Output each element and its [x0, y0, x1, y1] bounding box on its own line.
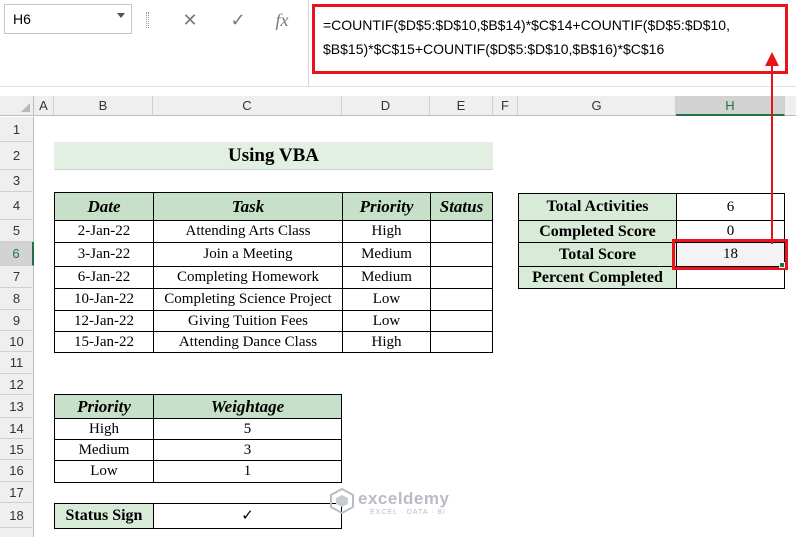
summary-label-cell[interactable]: Total Score [518, 242, 677, 267]
weight-value-cell[interactable]: 5 [153, 418, 342, 440]
column-header-a[interactable]: A [34, 96, 54, 116]
task-table-header-date[interactable]: Date [54, 192, 154, 221]
row-header-7[interactable]: 7 [0, 266, 34, 288]
task-table-header-task[interactable]: Task [153, 192, 343, 221]
row-header-8[interactable]: 8 [0, 288, 34, 310]
watermark-tagline: EXCEL · DATA · BI [370, 509, 446, 516]
cell-reference: H6 [13, 11, 31, 27]
row-header-12[interactable]: 12 [0, 374, 34, 395]
task-table-header-status[interactable]: Status [430, 192, 493, 221]
status-sign-value[interactable]: ✓ [153, 503, 342, 529]
task-status-cell[interactable] [430, 310, 493, 332]
row-header-6[interactable]: 6 [0, 242, 34, 266]
name-box[interactable]: H6 [4, 4, 132, 34]
task-priority-cell[interactable]: Low [342, 288, 431, 311]
task-status-cell[interactable] [430, 331, 493, 353]
formula-highlight-box[interactable]: =COUNTIF($D$5:$D$10,$B$14)*$C$14+COUNTIF… [312, 4, 788, 74]
row-header-10[interactable]: 10 [0, 331, 34, 352]
task-name-cell[interactable]: Completing Science Project [153, 288, 343, 311]
task-table-header-priority[interactable]: Priority [342, 192, 431, 221]
exceldemy-logo-icon [330, 488, 354, 514]
chevron-down-icon[interactable] [117, 13, 125, 18]
column-header-g[interactable]: G [518, 96, 676, 116]
drag-handle-icon[interactable] [146, 12, 149, 28]
task-name-cell[interactable]: Join a Meeting [153, 242, 343, 267]
watermark-name: exceldemy [358, 489, 450, 508]
insert-function-icon[interactable]: fx [268, 6, 296, 34]
task-name-cell[interactable]: Attending Arts Class [153, 220, 343, 243]
weight-value-cell[interactable]: 1 [153, 460, 342, 483]
weight-priority-cell[interactable]: Medium [54, 439, 154, 461]
row-header-15[interactable]: 15 [0, 439, 34, 460]
enter-icon[interactable]: ✓ [224, 6, 252, 34]
summary-label-cell[interactable]: Total Activities [518, 193, 677, 221]
row-header-17[interactable]: 17 [0, 482, 34, 503]
task-priority-cell[interactable]: Medium [342, 266, 431, 289]
weight-value-cell[interactable]: 3 [153, 439, 342, 461]
annotation-arrow [765, 52, 779, 244]
row-header-13[interactable]: 13 [0, 395, 34, 418]
column-header-b[interactable]: B [54, 96, 153, 116]
row-header-1[interactable]: 1 [0, 117, 34, 142]
row-header-19[interactable] [0, 528, 34, 537]
status-sign-label[interactable]: Status Sign [54, 503, 154, 529]
task-name-cell[interactable]: Completing Homework [153, 266, 343, 289]
task-date-cell[interactable]: 10-Jan-22 [54, 288, 154, 311]
row-header-5[interactable]: 5 [0, 220, 34, 242]
column-header-f[interactable]: F [493, 96, 518, 116]
row-header-18[interactable]: 18 [0, 503, 34, 528]
column-header-c[interactable]: C [153, 96, 342, 116]
row-header-9[interactable]: 9 [0, 310, 34, 331]
task-priority-cell[interactable]: High [342, 331, 431, 353]
summary-label-cell[interactable]: Completed Score [518, 220, 677, 243]
task-priority-cell[interactable]: Medium [342, 242, 431, 267]
row-header-3[interactable]: 3 [0, 170, 34, 192]
summary-label-cell[interactable]: Percent Completed [518, 266, 677, 289]
task-date-cell[interactable]: 2-Jan-22 [54, 220, 154, 243]
column-header-d[interactable]: D [342, 96, 430, 116]
weight-table-header-weightage[interactable]: Weightage [153, 394, 342, 419]
select-all-corner[interactable] [0, 96, 34, 116]
column-header-i[interactable] [785, 96, 796, 116]
row-header-16[interactable]: 16 [0, 460, 34, 482]
formula-line-2: $B$15)*$C$15+COUNTIF($D$5:$D$10,$B$16)*$… [323, 41, 665, 57]
row-header-4[interactable]: 4 [0, 192, 34, 220]
column-header-e[interactable]: E [430, 96, 493, 116]
task-date-cell[interactable]: 15-Jan-22 [54, 331, 154, 353]
formula-line-1: =COUNTIF($D$5:$D$10,$B$14)*$C$14+COUNTIF… [323, 17, 730, 33]
weight-table-header-priority[interactable]: Priority [54, 394, 154, 419]
task-status-cell[interactable] [430, 266, 493, 289]
task-name-cell[interactable]: Attending Dance Class [153, 331, 343, 353]
task-status-cell[interactable] [430, 288, 493, 311]
row-header-14[interactable]: 14 [0, 418, 34, 439]
task-name-cell[interactable]: Giving Tuition Fees [153, 310, 343, 332]
task-priority-cell[interactable]: High [342, 220, 431, 243]
task-status-cell[interactable] [430, 242, 493, 267]
cancel-icon[interactable]: ✕ [176, 6, 204, 34]
row-header-2[interactable]: 2 [0, 142, 34, 170]
fill-handle[interactable] [779, 262, 785, 268]
task-priority-cell[interactable]: Low [342, 310, 431, 332]
task-date-cell[interactable]: 12-Jan-22 [54, 310, 154, 332]
row-header-11[interactable]: 11 [0, 352, 34, 374]
task-status-cell[interactable] [430, 220, 493, 243]
task-date-cell[interactable]: 6-Jan-22 [54, 266, 154, 289]
weight-priority-cell[interactable]: Low [54, 460, 154, 483]
weight-priority-cell[interactable]: High [54, 418, 154, 440]
task-date-cell[interactable]: 3-Jan-22 [54, 242, 154, 267]
sheet-title[interactable]: Using VBA [54, 142, 493, 170]
